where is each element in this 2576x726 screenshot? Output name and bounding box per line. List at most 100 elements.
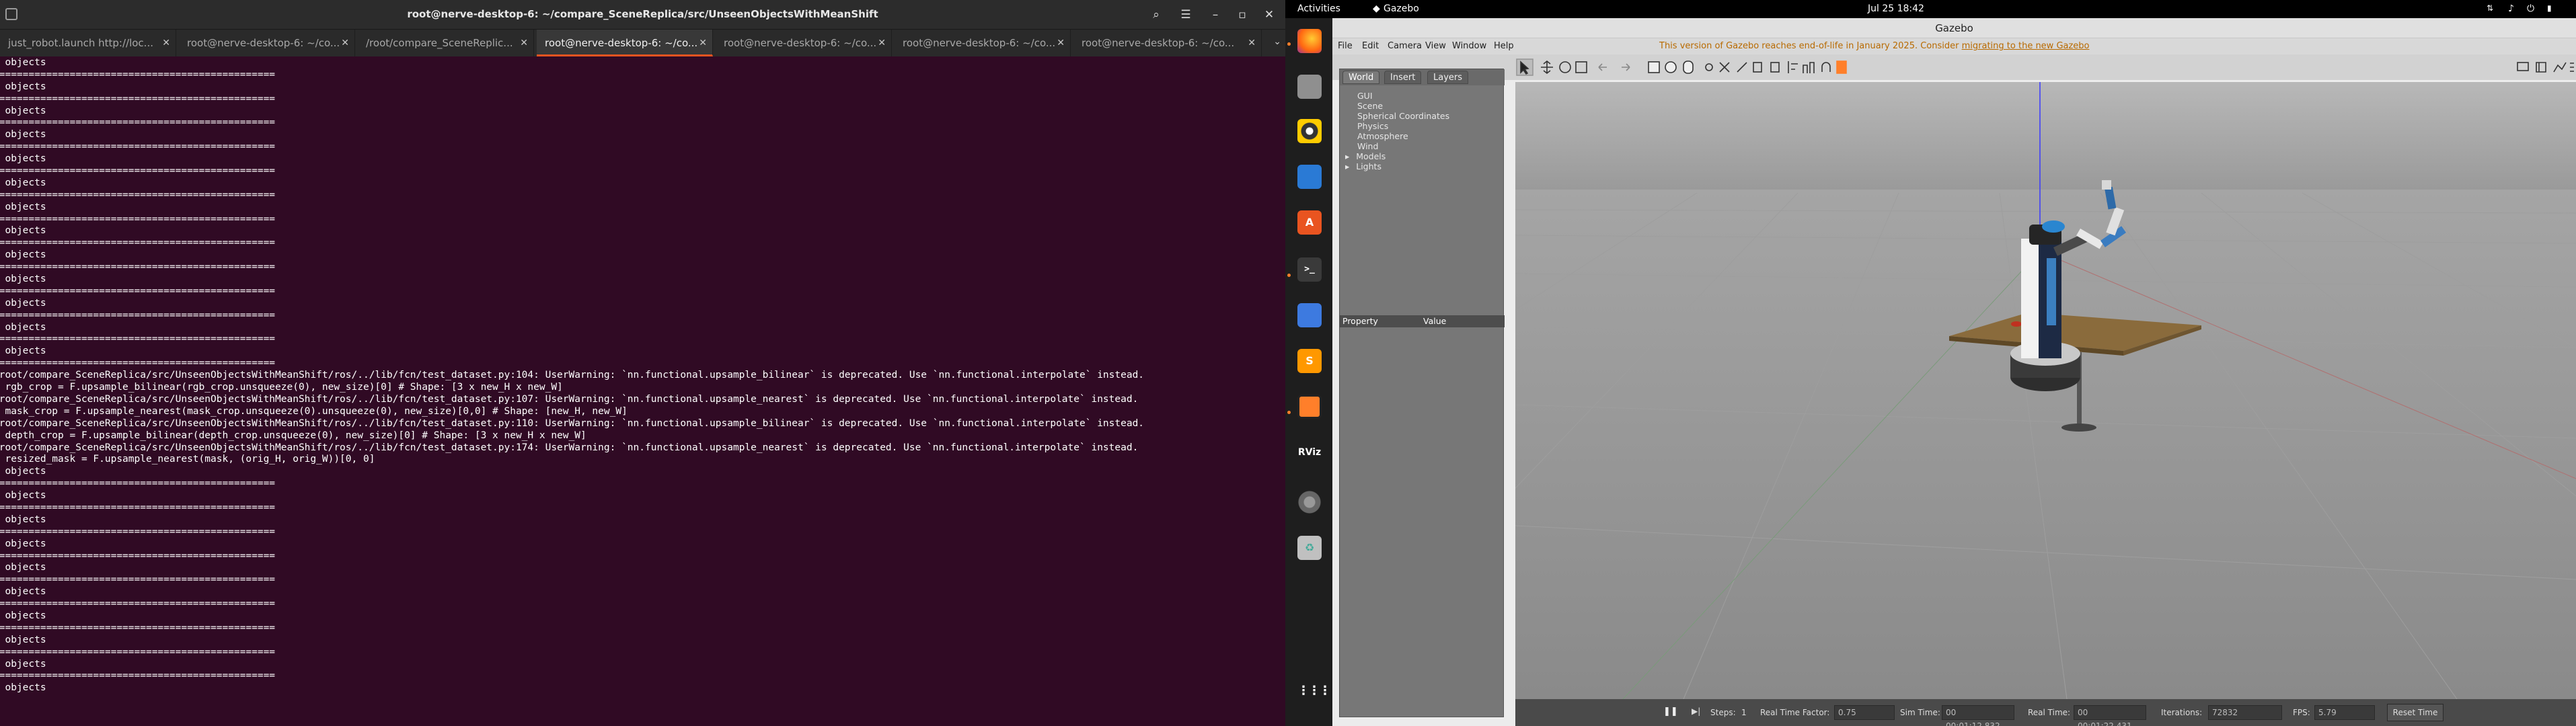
menu-window[interactable]: Window: [1452, 41, 1486, 51]
menu-file[interactable]: File: [1338, 41, 1353, 51]
tab-close-icon[interactable]: ✕: [1248, 30, 1256, 56]
show-apps-icon[interactable]: ⋮⋮⋮: [1297, 684, 1331, 708]
tabs-overflow-icon[interactable]: ⌄: [1273, 36, 1281, 47]
tab-label: just_robot.launch http://loc...: [8, 37, 153, 49]
tree-item[interactable]: Scene: [1345, 101, 1449, 111]
tab-close-icon[interactable]: ✕: [162, 30, 170, 56]
volume-icon[interactable]: ♪: [2508, 3, 2514, 14]
tab-world[interactable]: World: [1342, 71, 1380, 84]
top-bar: Activities ◆ Gazebo Jul 25 18:42 ⇅ ♪ ⏻ ▮: [1285, 0, 2576, 18]
sublime-icon[interactable]: S: [1297, 349, 1322, 373]
steps-value[interactable]: 1: [1741, 708, 1747, 717]
terminal-icon[interactable]: >_: [1297, 257, 1322, 282]
cylinder-icon[interactable]: [1683, 61, 1694, 74]
running-indicator: [1287, 411, 1291, 414]
menu-icon[interactable]: ☰: [1176, 5, 1196, 24]
spotlight-icon[interactable]: [1719, 62, 1730, 73]
gazebo-title: Gazebo: [1332, 18, 2576, 38]
terminal-tab[interactable]: root@nerve-desktop-6: ~/co... ✕: [179, 30, 355, 56]
rhythmbox-icon[interactable]: [1297, 119, 1322, 143]
terminal-tab[interactable]: root@nerve-desktop-6: ~/co... ✕: [716, 30, 892, 56]
terminal-tabs: just_robot.launch http://loc... ✕ root@ne…: [0, 30, 1285, 56]
pointlight-icon[interactable]: [1705, 63, 1713, 71]
text-editor-icon[interactable]: [1297, 303, 1322, 327]
terminal-tab[interactable]: /root/compare_SceneReplic... ✕: [358, 30, 534, 56]
menu-view[interactable]: View: [1425, 41, 1446, 51]
scene-render[interactable]: [1515, 82, 2576, 699]
screenshot-icon[interactable]: [2517, 62, 2529, 71]
power-icon[interactable]: ⏻: [2527, 3, 2534, 14]
migrate-link[interactable]: migrating to the new Gazebo: [1962, 41, 2090, 51]
tree-item-lights[interactable]: ▸ Lights: [1345, 161, 1449, 171]
box-icon[interactable]: [1648, 61, 1660, 73]
paste-icon[interactable]: [1770, 62, 1780, 73]
writer-icon[interactable]: [1297, 165, 1322, 189]
tab-close-icon[interactable]: ✕: [878, 30, 886, 56]
scene-viewport[interactable]: [1515, 82, 2576, 699]
pause-button[interactable]: ❚❚: [1663, 707, 1678, 717]
files-icon[interactable]: [1297, 75, 1322, 99]
video-icon[interactable]: [2570, 63, 2574, 72]
terminal-line: 0 objects: [5, 274, 46, 285]
tab-close-icon[interactable]: ✕: [699, 30, 707, 54]
sky: [1515, 82, 2576, 190]
terminal-line: 1 objects: [5, 586, 46, 598]
battery-icon[interactable]: ▮: [2547, 3, 2552, 13]
tab-close-icon[interactable]: ✕: [341, 30, 349, 56]
menu-edit[interactable]: Edit: [1362, 41, 1379, 51]
snap-icon[interactable]: [1803, 62, 1815, 73]
tree-item[interactable]: Spherical Coordinates: [1345, 111, 1449, 121]
app-menu-label[interactable]: Gazebo: [1384, 3, 1419, 14]
activities-button[interactable]: Activities: [1297, 3, 1340, 14]
terminal-line: ========================================…: [0, 213, 276, 225]
dirlight-icon[interactable]: [1737, 62, 1747, 73]
expand-arrow-icon[interactable]: ▸: [1345, 161, 1352, 171]
gazebo-icon[interactable]: [1297, 395, 1322, 419]
trash-icon[interactable]: ♻: [1297, 536, 1322, 560]
tree-item[interactable]: Atmosphere: [1345, 131, 1449, 141]
tab-close-icon[interactable]: ✕: [520, 30, 528, 56]
copy-icon[interactable]: [1753, 62, 1762, 73]
reset-time-button[interactable]: Reset Time: [2387, 704, 2444, 721]
clock[interactable]: Jul 25 18:42: [1868, 3, 1924, 14]
step-button[interactable]: ▶|: [1692, 707, 1700, 716]
terminal-tab[interactable]: just_robot.launch http://loc... ✕: [0, 30, 176, 56]
undo-icon[interactable]: [1598, 63, 1607, 71]
iterations-label: Iterations:: [2161, 708, 2203, 717]
rviz-icon[interactable]: RViz: [1297, 440, 1322, 465]
record-icon[interactable]: [1836, 61, 1847, 74]
tree-item[interactable]: Wind: [1345, 141, 1449, 151]
close-icon[interactable]: ✕: [1259, 5, 1279, 24]
firefox-icon[interactable]: [1297, 29, 1322, 53]
expand-arrow-icon[interactable]: ▸: [1345, 151, 1352, 161]
sphere-icon[interactable]: [1665, 61, 1677, 73]
minimize-icon[interactable]: –: [1205, 5, 1225, 24]
terminal-tab[interactable]: root@nerve-desktop-6: ~/co... ✕: [1073, 30, 1262, 56]
tab-insert[interactable]: Insert: [1384, 71, 1422, 84]
align-icon[interactable]: [1788, 61, 1798, 73]
rotate-icon[interactable]: [1559, 61, 1571, 73]
scale-icon[interactable]: [1575, 61, 1587, 73]
maximize-icon[interactable]: ▫: [1232, 5, 1252, 24]
tree-item[interactable]: Physics: [1345, 121, 1449, 131]
log-icon[interactable]: [2536, 62, 2546, 73]
magnet-icon[interactable]: [1821, 62, 1831, 72]
terminal-output[interactable]: 0 objects ===============================…: [0, 57, 1285, 726]
plot-icon[interactable]: [2553, 62, 2567, 73]
tab-layers[interactable]: Layers: [1427, 71, 1469, 84]
running-indicator: [1287, 42, 1291, 46]
tab-close-icon[interactable]: ✕: [1057, 30, 1065, 56]
disks-icon[interactable]: [1297, 490, 1322, 514]
tree-item-models[interactable]: ▸ Models: [1345, 151, 1449, 161]
translate-icon[interactable]: [1541, 60, 1553, 75]
app-center-icon[interactable]: A: [1297, 210, 1322, 235]
menu-camera[interactable]: Camera: [1388, 41, 1422, 51]
network-icon[interactable]: ⇅: [2487, 3, 2493, 13]
search-icon[interactable]: ⌕: [1146, 5, 1166, 24]
terminal-tab[interactable]: root@nerve-desktop-6: ~/co... ✕: [895, 30, 1071, 56]
tree-item[interactable]: GUI: [1345, 91, 1449, 101]
eol-notice: This version of Gazebo reaches end-of-li…: [1659, 41, 2090, 51]
menu-help[interactable]: Help: [1494, 41, 1514, 51]
terminal-tab-active[interactable]: root@nerve-desktop-6: ~/co... ✕: [537, 30, 713, 56]
redo-icon[interactable]: [1622, 63, 1630, 71]
